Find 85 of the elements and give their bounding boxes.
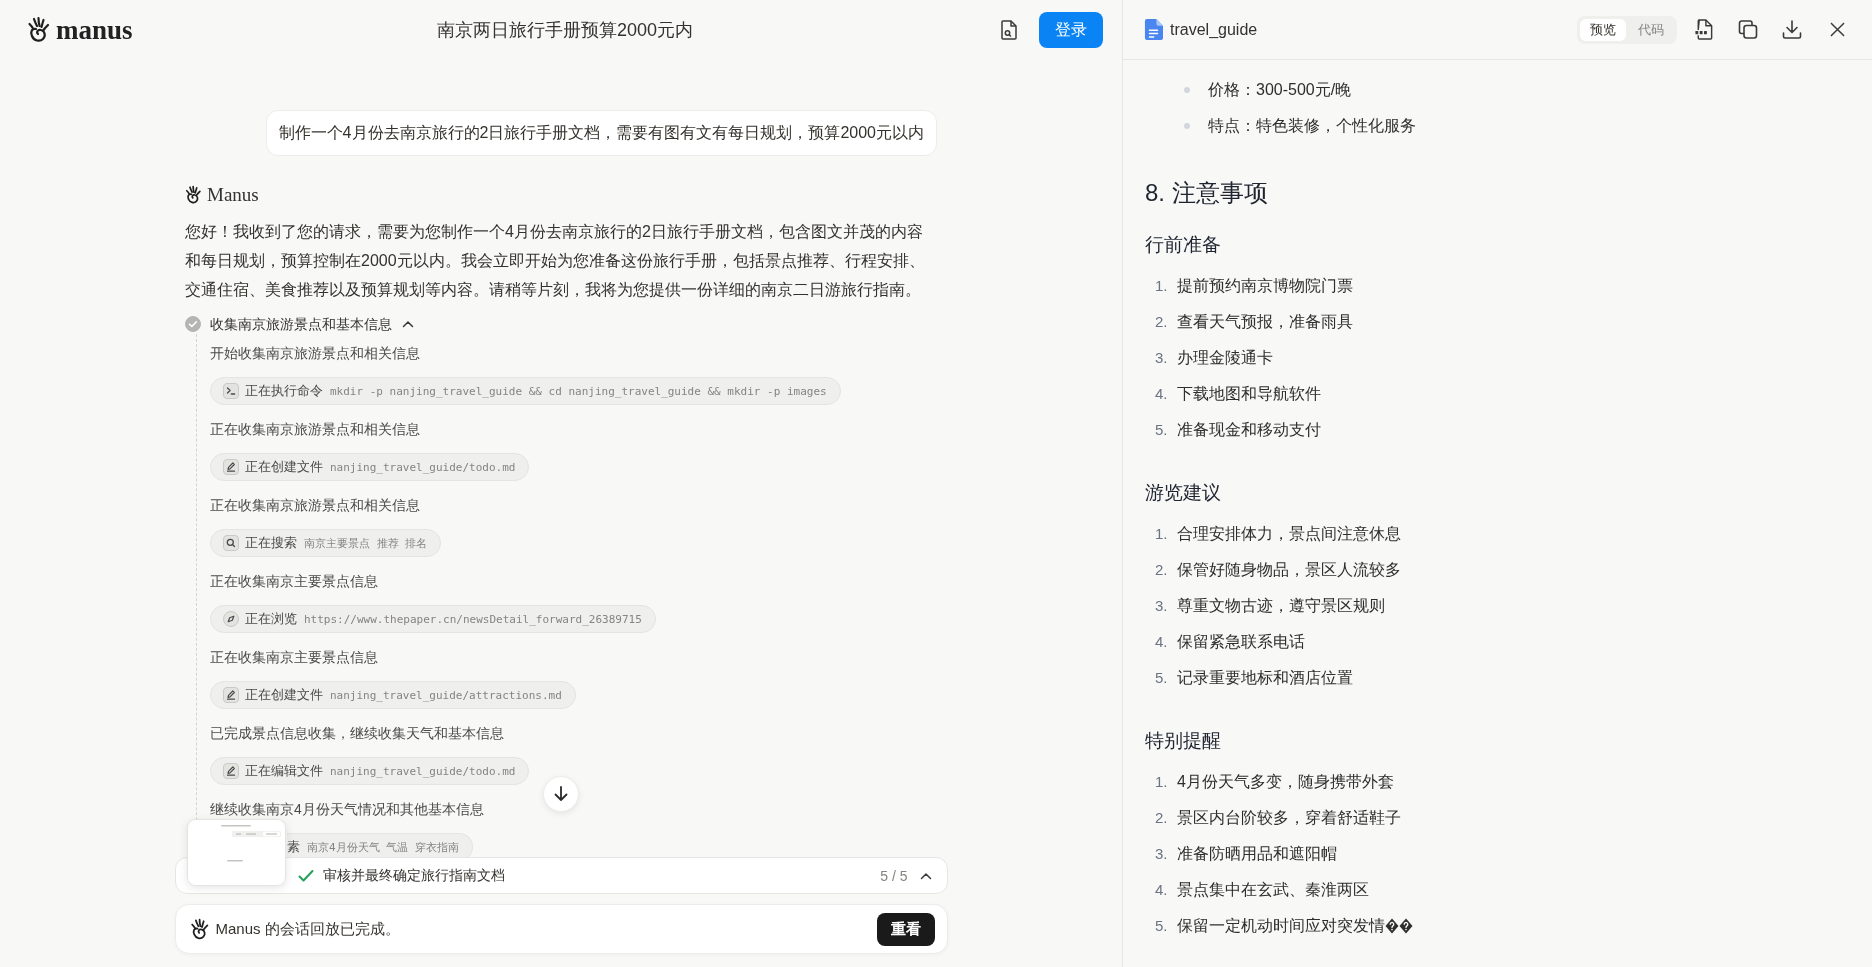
list-number: 4. — [1155, 384, 1169, 404]
scroll-down-button[interactable] — [543, 776, 579, 812]
subsection-heading: 特别提醒 — [1145, 729, 1222, 753]
login-button[interactable]: 登录 — [1039, 12, 1103, 48]
hand-logo-icon — [185, 185, 202, 205]
task-title: 收集南京旅游景点和基本信息 — [210, 315, 392, 334]
list-item-text: 保留紧急联系电话 — [1177, 632, 1305, 652]
list-item-text: 4月份天气多变，随身携带外套 — [1177, 772, 1394, 792]
bullet-icon — [1184, 87, 1190, 93]
list-number: 3. — [1155, 596, 1169, 616]
file-icon[interactable] — [1694, 19, 1714, 40]
list-item-text: 下载地图和导航软件 — [1177, 384, 1321, 404]
file-search-icon[interactable] — [1000, 20, 1018, 40]
list-item-text: 景点集中在玄武、秦淮两区 — [1177, 880, 1369, 900]
tool-call-chip[interactable]: 正在执行命令 mkdir -p nanjing_travel_guide && cd nanjing_travel_guide && mkdir -p images — [210, 377, 841, 405]
list-number: 2. — [1155, 808, 1169, 828]
step-counter: 5 / 5 — [880, 867, 908, 884]
preview-thumbnail[interactable] — [187, 819, 286, 886]
list-item-text: 提前预约南京博物院门票 — [1177, 276, 1353, 296]
list-item-text: 保留一定机动时间应对突发情 — [1177, 916, 1385, 936]
list-number: 5. — [1155, 916, 1169, 936]
chevron-up-icon[interactable] — [919, 871, 932, 880]
current-step: 审核并最终确定旅行指南文档 — [322, 866, 881, 885]
step-text: 正在收集南京主要景点信息 — [210, 572, 378, 591]
view-tab[interactable]: 预览 — [1580, 18, 1626, 41]
list-item-text: 保管好随身物品，景区人流较多 — [1177, 560, 1401, 580]
chevron-icon[interactable] — [402, 320, 414, 328]
logo-text: manus — [56, 15, 133, 45]
step-text: 已完成景点信息收集，继续收集天气和基本信息 — [210, 724, 504, 743]
list-item-text: 价格：300-500元/晚 — [1208, 80, 1352, 100]
subsection-heading: 行前准备 — [1145, 233, 1222, 257]
list-number: 2. — [1155, 312, 1169, 332]
list-item-text: 特点：特色装修，个性化服务 — [1208, 116, 1416, 136]
copy-icon[interactable] — [1738, 19, 1758, 40]
list-number: 1. — [1155, 524, 1169, 544]
tool-call-chip[interactable]: 正在编辑文件 nanjing_travel_guide/todo.md — [210, 757, 530, 785]
replay-message: Manus 的会话回放已完成。 — [215, 919, 401, 939]
compass-icon — [223, 611, 239, 627]
pencil-icon — [223, 763, 239, 779]
list-number: 2. — [1155, 560, 1169, 580]
list-item-text: 景区内台阶较多，穿着舒适鞋子 — [1177, 808, 1401, 828]
list-item-text: 记录重要地标和酒店位置 — [1177, 668, 1353, 688]
list-item-text: 查看天气预报，准备雨具 — [1177, 312, 1353, 332]
document-icon — [1144, 19, 1163, 40]
close-icon[interactable] — [1830, 22, 1845, 37]
hand-logo-icon — [27, 16, 51, 44]
tool-call-chip[interactable]: 正在创建文件 nanjing_travel_guide/attractions.md — [210, 681, 576, 709]
list-number: 4. — [1155, 880, 1169, 900]
tool-call-chip[interactable]: 正在创建文件 nanjing_travel_guide/todo.md — [210, 453, 530, 481]
arrow-down-icon — [554, 786, 568, 802]
pencil-icon — [223, 459, 239, 475]
list-number: 4. — [1155, 632, 1169, 652]
list-number: 5. — [1155, 668, 1169, 688]
document-filename: travel_guide — [1170, 20, 1259, 39]
step-text: 正在收集南京旅游景点和相关信息 — [210, 420, 420, 439]
search-icon — [223, 535, 239, 551]
assistant-name: Manus — [207, 183, 259, 207]
list-item-text: 尊重文物古迹，遵守景区规则 — [1177, 596, 1385, 616]
list-item-text: 合理安排体力，景点间注意休息 — [1177, 524, 1401, 544]
tool-call-chip[interactable]: 正在浏览 https://www.thepaper.cn/newsDetail_forward_26389715 — [210, 605, 656, 633]
step-text: 正在收集南京主要景点信息 — [210, 648, 378, 667]
list-number: 3. — [1155, 844, 1169, 864]
terminal-icon — [223, 383, 239, 399]
tool-call-chip[interactable]: 素 南京4月份天气 气温 穿衣指南 — [287, 833, 473, 857]
pencil-icon — [223, 687, 239, 703]
hand-logo-icon — [189, 917, 210, 941]
step-text: 开始收集南京旅游景点和相关信息 — [210, 344, 420, 363]
assistant-message: 您好！我收到了您的请求，需要为您制作一个4月份去南京旅行的2日旅行手册文档，包含图文并茂的内容和每日规划，预算控制在2000元以内。我会立即开始为您准备这份旅行手册，包括景点推荐、行程安排、交通住宿、美食推荐以及预算规划等内容。请稍等片刻，我将为您提供一份详细的南京二日游旅行指南。 — [185, 222, 926, 300]
list-item-text: 准备现金和移动支付 — [1177, 420, 1321, 440]
list-number: 1. — [1155, 276, 1169, 296]
user-message: 制作一个4月份去南京旅行的2日旅行手册文档，需要有图有文有每日规划，预算2000元以内 — [265, 110, 937, 156]
list-item-text: 准备防晒用品和遮阳帽 — [1177, 844, 1337, 864]
bullet-icon — [1184, 123, 1190, 129]
step-text: 继续收集南京4月份天气情况和其他基本信息 — [210, 800, 484, 819]
list-number: 1. — [1155, 772, 1169, 792]
conversation-title: 南京两日旅行手册预算2000元内 — [436, 19, 693, 42]
step-text: 正在收集南京旅游景点和相关信息 — [210, 496, 420, 515]
list-number: 5. — [1155, 420, 1169, 440]
download-icon[interactable] — [1782, 19, 1802, 40]
tool-call-chip[interactable]: 正在搜索 南京主要景点 推荐 排名 — [210, 529, 442, 557]
subsection-heading: 游览建议 — [1145, 481, 1222, 505]
list-number: 3. — [1155, 348, 1169, 368]
section-heading: 8. 注意事项 — [1145, 178, 1269, 208]
list-item-text: 办理金陵通卡 — [1177, 348, 1273, 368]
replay-button[interactable]: 重看 — [876, 912, 935, 946]
